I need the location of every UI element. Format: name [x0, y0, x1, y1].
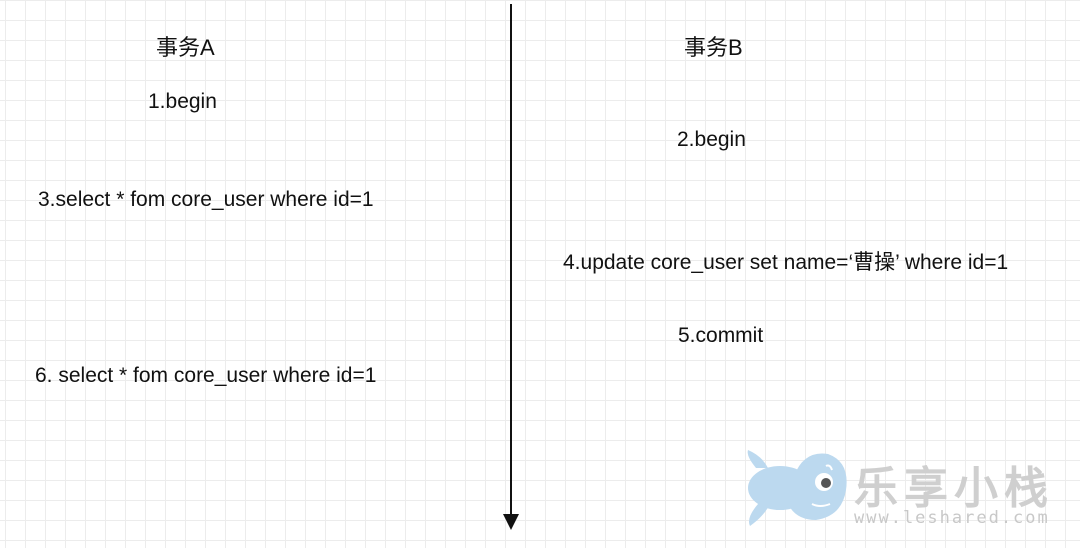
watermark: 乐享小栈 www.leshared.com — [742, 444, 1072, 534]
watermark-url: www.leshared.com — [854, 508, 1050, 528]
watermark-title: 乐享小栈 — [854, 463, 1054, 514]
timeline-arrowhead — [503, 514, 519, 530]
diagram-canvas: 事务A 事务B 1.begin 2.begin 3.select * fom c… — [0, 0, 1080, 548]
fish-logo-icon — [747, 450, 847, 526]
